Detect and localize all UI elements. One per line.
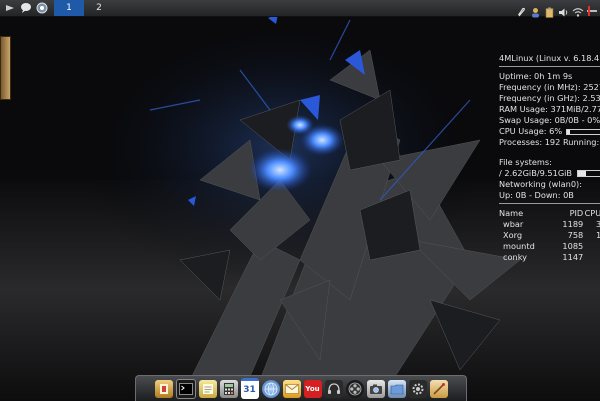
cpu-usage-text: CPU Usage: 6% [499,126,563,136]
header-pid: PID [569,208,584,218]
root-fs-fill [578,171,587,176]
youtube-icon[interactable]: You [303,379,322,398]
process-cpu: 0 [583,241,600,252]
conky-system-monitor: 4MLinux (Linux v. 6.18.4 Uptime: 0h 1m 9… [499,53,600,263]
paperclip-icon[interactable] [516,3,527,16]
workspace-label: 2 [96,3,102,13]
header-cpu: CPU% [584,208,600,218]
process-pid: 1085 [562,241,584,251]
calendar-day: 31 [243,385,256,395]
swap-usage-text: Swap Usage: 0B/0B - 0% [499,115,600,125]
calculator-icon[interactable] [219,379,238,398]
desktop-drawer-icon[interactable] [0,36,11,100]
file-systems-title: File systems: [499,157,552,167]
youtube-label: You [305,384,320,393]
workspace-2-button[interactable]: 2 [84,0,114,16]
volume-level-icon[interactable] [586,2,598,16]
root-fs-text: / 2.62GiB/9.51GiB [499,168,573,178]
root-fs-row: / 2.62GiB/9.51GiB [499,168,600,179]
menu-arrow-icon[interactable] [3,2,16,15]
chat-icon[interactable] [19,2,32,15]
screenshot-icon[interactable] [366,379,385,398]
text-editor-icon[interactable] [198,379,217,398]
app-dock: 31 You [135,375,467,401]
settings-gear-icon[interactable] [408,379,427,398]
install-tool-icon[interactable] [154,379,173,398]
process-name: mountd [503,241,535,251]
process-pid: 758 [567,230,584,240]
clipboard-icon[interactable] [544,3,555,18]
ram-usage-text: RAM Usage: 371MiB/2.77G [499,104,600,114]
paint-icon[interactable] [429,379,448,398]
process-cpu: 1.0 [595,230,600,240]
frequency-ghz-text: Frequency (in GHz): 2.53 [499,93,600,103]
cpu-usage-fill [567,129,570,134]
file-manager-icon[interactable] [387,379,406,398]
cpu-usage-bar [566,128,600,135]
network-rates-text: Up: 0B - Down: 0B [499,190,574,200]
mail-icon[interactable] [282,379,301,398]
process-row: Xorg 758 1.0 [499,230,600,241]
process-name: conky [503,252,527,262]
process-table-header: Name PID CPU% [499,208,600,219]
top-panel: 1 2 [0,0,600,18]
process-pid: 1147 [562,252,584,262]
process-pid: 1189 [562,219,584,229]
calendar-icon[interactable]: 31 [240,378,259,399]
networking-title: Networking (wlan0): [499,179,582,189]
uptime-text: Uptime: 0h 1m 9s [499,71,573,81]
process-row: conky 1147 0 [499,252,600,263]
browser-globe-icon[interactable] [35,2,48,15]
process-cpu: 0 [583,252,600,263]
cpu-usage-row: CPU Usage: 6% [499,126,600,137]
conky-title: 4MLinux (Linux v. 6.18.4 [499,53,600,63]
header-name: Name [499,208,524,218]
web-browser-icon[interactable] [261,379,280,398]
headphones-icon[interactable] [324,379,343,398]
speaker-icon[interactable] [558,3,569,16]
frequency-mhz-text: Frequency (in MHz): 2527 [499,82,600,92]
root-fs-bar [577,170,600,177]
process-row: wbar 1189 3.0 [499,219,600,230]
video-player-icon[interactable] [345,379,364,398]
divider [499,66,600,67]
processes-text: Processes: 192 Running: [499,137,600,147]
divider [499,203,600,204]
wifi-icon[interactable] [572,3,584,17]
terminal-icon[interactable] [175,378,196,399]
user-icon[interactable] [530,3,541,17]
process-name: wbar [503,219,524,229]
workspace-label: 1 [66,3,72,13]
process-cpu: 3.0 [595,219,600,229]
process-name: Xorg [503,230,523,240]
process-row: mountd 1085 0 [499,241,600,252]
workspace-1-button[interactable]: 1 [54,0,84,16]
